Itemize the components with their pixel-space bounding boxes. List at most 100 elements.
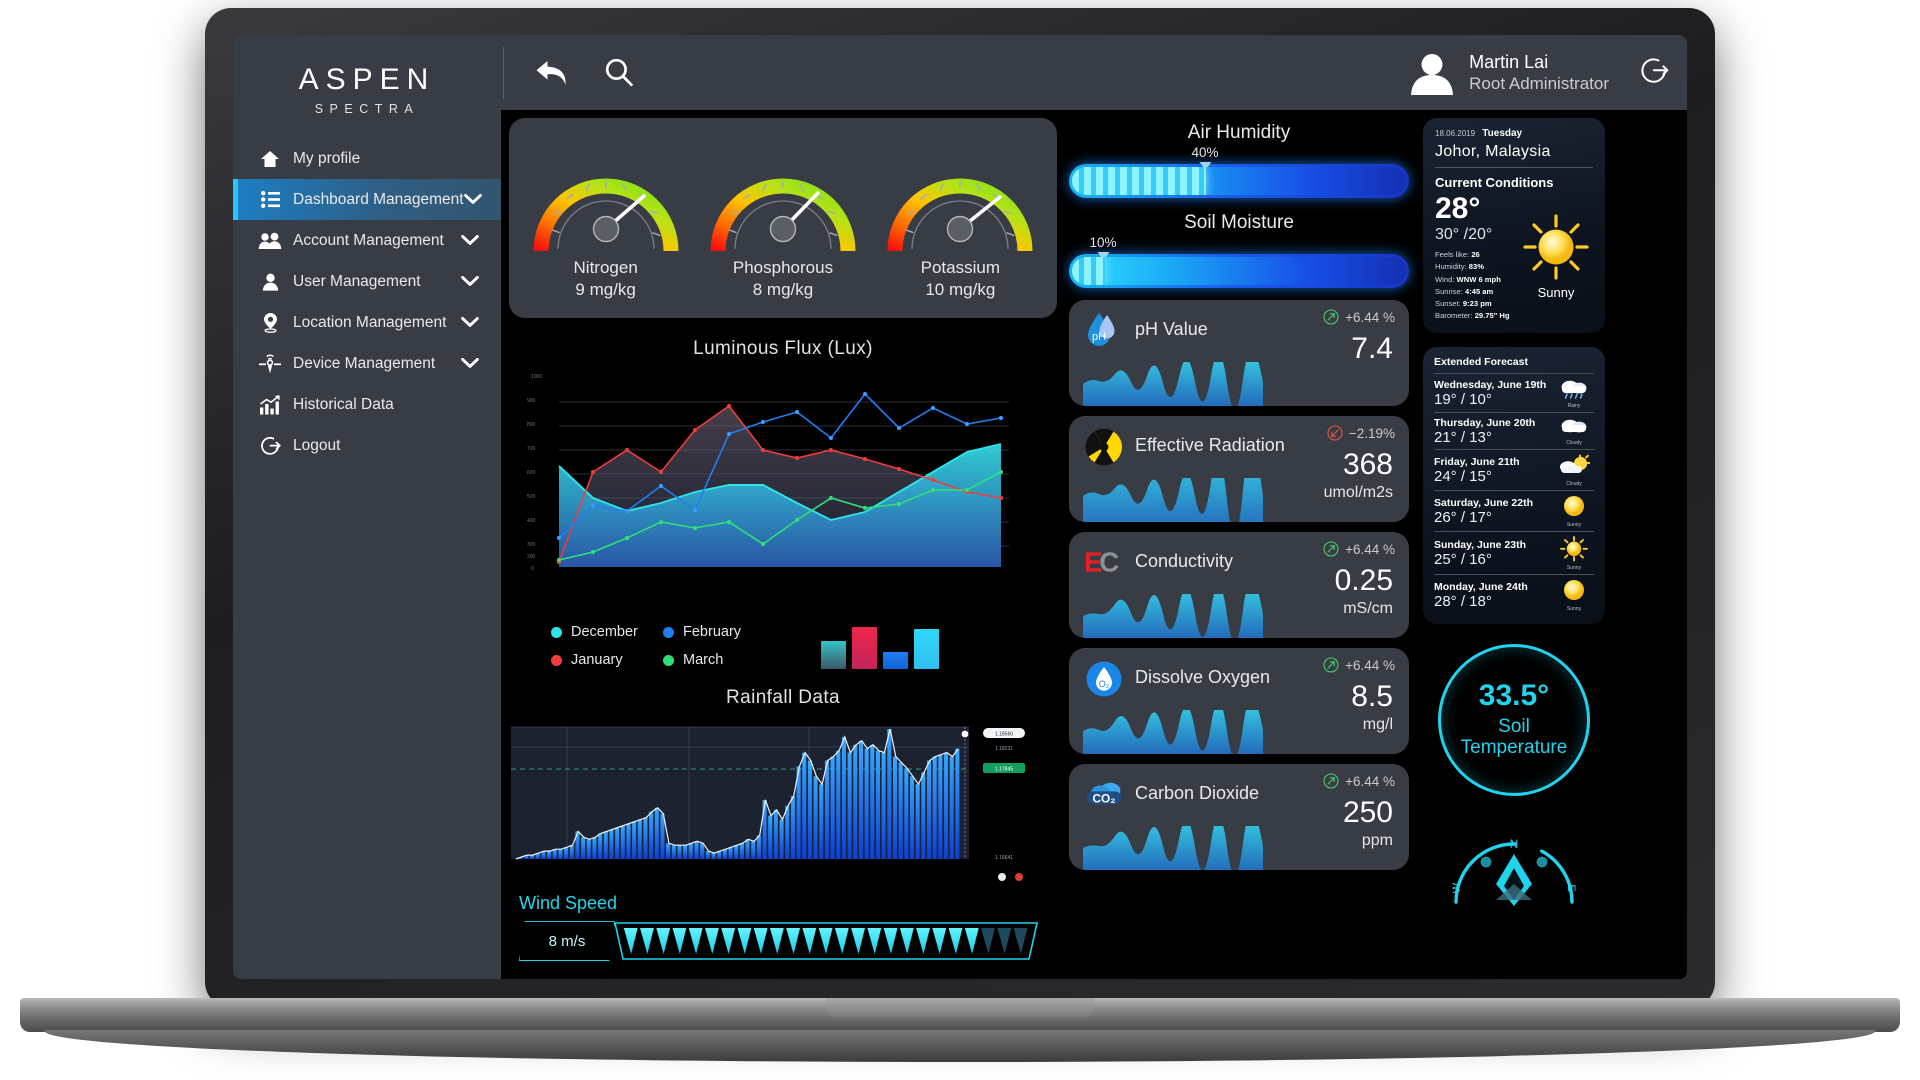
- forecast-caption: Sunny: [1566, 521, 1582, 528]
- soil-moisture-meter: Soil Moisture 10%: [1069, 212, 1409, 288]
- svg-text:400: 400: [527, 518, 536, 524]
- user-block[interactable]: Martin Lai Root Administrator: [1409, 50, 1669, 96]
- user-names: Martin Lai Root Administrator: [1469, 51, 1609, 95]
- compass-north: N: [1510, 837, 1519, 851]
- ph-drop-icon: pH: [1083, 310, 1125, 352]
- middle-column: Air Humidity 40% Soil Moisture 10% pH pH…: [1057, 118, 1409, 979]
- dashboard-grid: Nitrogen 9 mg/kg Phosphorous 8 mg/kg Pot…: [501, 110, 1687, 979]
- forecast-temps: 26° / 17°: [1434, 508, 1492, 526]
- forecast-text: Monday, June 24th 28° / 18°: [1434, 581, 1554, 610]
- sensor-delta: +6.44 %: [1323, 309, 1395, 325]
- legend-swatch: [663, 626, 674, 638]
- sensor-card-dissolve-oxygen[interactable]: O₂ Dissolve Oxygen +6.44 % 8.5 mg/l: [1069, 648, 1409, 754]
- chevron-down-icon[interactable]: [461, 276, 479, 287]
- gauge-value: 10 mg/kg: [925, 280, 996, 300]
- bar-chart-icon: [255, 394, 285, 415]
- sidebar-item-historical-data[interactable]: Historical Data: [233, 384, 501, 425]
- sensor-card-carbon-dioxide[interactable]: CO₂ Carbon Dioxide +6.44 % 250 ppm: [1069, 764, 1409, 870]
- sidebar-item-label: Dashboard Management: [293, 190, 464, 208]
- legend-item-december: December: [551, 624, 663, 640]
- barometer-label: Barometer:: [1435, 311, 1473, 321]
- rain-label-top: 1.18560: [995, 732, 1013, 738]
- sidebar-item-my-profile[interactable]: My profile: [233, 138, 501, 179]
- logout-icon[interactable]: [1639, 55, 1669, 90]
- sensor-card-conductivity[interactable]: E C Conductivity +6.44 % 0.25 mS/cm: [1069, 532, 1409, 638]
- sidebar-item-account-management[interactable]: Account Management: [233, 220, 501, 261]
- chevron-down-icon[interactable]: [461, 235, 479, 246]
- sidebar-item-logout[interactable]: Logout: [233, 425, 501, 466]
- sensor-delta-value: +6.44 %: [1345, 541, 1395, 557]
- sunrise-label: Sunrise:: [1435, 286, 1463, 296]
- ec-icon: E C: [1083, 542, 1125, 584]
- wind-speed-bar: [614, 922, 1038, 960]
- gauge-phosphorous: Phosphorous 8 mg/kg: [703, 139, 863, 300]
- sidebar-item-label: My profile: [293, 149, 361, 167]
- user-icon: [255, 273, 285, 291]
- svg-text:1000: 1000: [531, 374, 542, 380]
- svg-text:pH: pH: [1092, 331, 1106, 343]
- divider: [1435, 167, 1593, 168]
- forecast-text: Thursday, June 20th 21° / 13°: [1434, 417, 1554, 446]
- sensor-card-ph-value[interactable]: pH pH Value +6.44 % 7.4: [1069, 300, 1409, 406]
- sidebar-item-user-management[interactable]: User Management: [233, 261, 501, 302]
- avatar: [1409, 50, 1455, 96]
- search-icon[interactable]: [602, 56, 636, 90]
- forecast-caption: Rainy: [1567, 402, 1581, 409]
- rainfall-pagination[interactable]: [998, 873, 1023, 882]
- pagination-dot[interactable]: [1015, 873, 1023, 882]
- sensor-value-block: 368 umol/m2s: [1324, 450, 1393, 502]
- sensor-value: 250: [1342, 796, 1393, 829]
- forecast-day: Saturday, June 22th: [1434, 496, 1534, 509]
- soil-temperature-label: Soil Temperature: [1461, 716, 1568, 759]
- co2-cloud-icon: CO₂: [1083, 774, 1125, 816]
- sidebar-item-location-management[interactable]: Location Management: [233, 302, 501, 343]
- pagination-dot-active[interactable]: [998, 873, 1006, 882]
- dashboard-screen: ASPEN SPECTRA My profile Dashboard Manag…: [233, 35, 1687, 979]
- chevron-down-icon[interactable]: [463, 194, 482, 205]
- legend-swatch: [551, 654, 562, 666]
- rain-icon: Rainy: [1554, 378, 1594, 409]
- meter-inner: [1072, 167, 1406, 195]
- mini-bar: [821, 641, 846, 670]
- chevron-down-icon[interactable]: [461, 358, 479, 369]
- meter-label: Air Humidity: [1187, 122, 1291, 143]
- mini-bar: [914, 629, 939, 670]
- chevron-down-icon[interactable]: [461, 317, 479, 328]
- sensor-card-effective-radiation[interactable]: Effective Radiation −2.19% 368 umol/m2s: [1069, 416, 1409, 522]
- radiation-icon: [1083, 426, 1125, 468]
- back-arrow-icon[interactable]: [534, 56, 574, 90]
- meter-track[interactable]: [1069, 164, 1409, 198]
- meter-percent: 10%: [1089, 235, 1117, 250]
- home-icon: [255, 149, 285, 169]
- forecast-row: Sunday, June 23th 25° / 16° Sunny: [1434, 530, 1594, 574]
- humidity-moisture-panel: Air Humidity 40% Soil Moisture 10%: [1069, 118, 1409, 290]
- weather-card: 18.06.2019 Tuesday Johor, Malaysia Curre…: [1423, 118, 1605, 333]
- sensor-delta: +6.44 %: [1323, 541, 1395, 557]
- compass: N W E: [1451, 837, 1577, 906]
- meter-label: Soil Moisture: [1184, 212, 1294, 233]
- svg-text:O₂: O₂: [1099, 679, 1110, 689]
- rain-label-mid: 1.18231: [995, 746, 1013, 752]
- sidebar-item-device-management[interactable]: Device Management: [233, 343, 501, 384]
- legend-label: January: [571, 652, 623, 669]
- forecast-caption: Cloudy: [1566, 439, 1582, 446]
- forecast-caption: Sunny: [1566, 605, 1582, 612]
- sensor-name: Conductivity: [1135, 551, 1234, 571]
- sidebar-item-label: User Management: [293, 272, 421, 290]
- sensor-value-block: 8.5 mg/l: [1351, 682, 1393, 734]
- weather-weekday: Tuesday: [1482, 128, 1523, 139]
- laptop-base-foot: [45, 1030, 1875, 1062]
- weather-date-row: 18.06.2019 Tuesday: [1435, 128, 1593, 139]
- legend-item-march: March: [663, 652, 775, 668]
- arrow-up-icon: [1323, 773, 1339, 789]
- sidebar-item-dashboard-management[interactable]: Dashboard Management: [233, 179, 501, 220]
- weather-hi-lo: 30° /20°: [1435, 226, 1493, 243]
- forecast-caption: Sunny: [1566, 564, 1582, 571]
- sensor-value-block: 7.4: [1351, 334, 1393, 368]
- meter-track[interactable]: [1069, 254, 1409, 288]
- forecast-text: Friday, June 21th 24° / 15°: [1434, 456, 1554, 485]
- cloud-icon: Cloudy: [1554, 417, 1594, 446]
- sensor-unit: ppm: [1361, 832, 1393, 849]
- brand-name: ASPEN: [298, 63, 436, 96]
- forecast-day: Monday, June 24th: [1434, 580, 1528, 593]
